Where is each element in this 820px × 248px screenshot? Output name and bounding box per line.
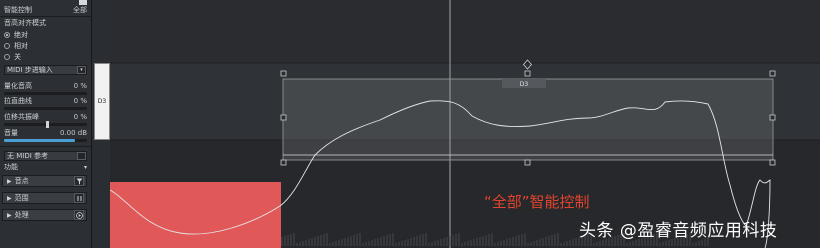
- section-range[interactable]: ▶ 范围: [2, 192, 87, 204]
- section-notes[interactable]: ▶ 音点: [2, 175, 87, 187]
- pitch-note-block[interactable]: [110, 182, 281, 248]
- chevron-down-icon[interactable]: ▾: [84, 164, 87, 171]
- shift-formant-label: 位移共振峰: [4, 113, 39, 121]
- midi-step-input-row[interactable]: MIDI 步进输入 ▾: [4, 65, 87, 75]
- volume-value[interactable]: 0.00 dB: [60, 129, 87, 137]
- quantize-pitch-value[interactable]: 0 %: [74, 82, 87, 90]
- lane-band: [110, 0, 820, 63]
- bars-icon[interactable]: [74, 193, 84, 203]
- handle-top-right[interactable]: [769, 70, 776, 77]
- handle-top-center[interactable]: [524, 70, 531, 77]
- mode-label: 关: [14, 53, 21, 61]
- expand-triangle-icon: ▶: [7, 194, 12, 202]
- annotation-text: “全部”智能控制: [484, 193, 590, 211]
- expand-triangle-icon: ▶: [7, 177, 12, 185]
- mode-radio-absolute[interactable]: 绝对: [4, 30, 87, 40]
- section-label: 处理: [14, 211, 29, 219]
- function-row[interactable]: 功能 ▾: [4, 162, 87, 172]
- piano-key-d3[interactable]: D3: [94, 63, 110, 140]
- quantize-pitch-slider[interactable]: [4, 92, 87, 95]
- volume-label: 音量: [4, 129, 18, 137]
- handle-top-left[interactable]: [280, 70, 287, 77]
- midi-reference-row[interactable]: 无 MIDI 参考: [4, 151, 87, 161]
- mode-radio-off[interactable]: 关: [4, 52, 87, 62]
- volume-row[interactable]: 音量 0.00 dB: [4, 128, 87, 138]
- quantize-pitch-row[interactable]: 量化音高 0 %: [4, 81, 87, 91]
- midi-step-input-label: MIDI 步进输入: [7, 66, 53, 74]
- pitch-editor-canvas[interactable]: D3: [110, 0, 820, 248]
- mode-label: 绝对: [14, 31, 28, 39]
- handle-bottom-center[interactable]: [524, 159, 531, 166]
- straighten-curve-value[interactable]: 0 %: [74, 97, 87, 105]
- radio-button-icon[interactable]: [4, 32, 10, 38]
- funnel-icon[interactable]: [74, 176, 84, 186]
- straighten-curve-label: 拉直曲线: [4, 97, 32, 105]
- smart-control-label: 智能控制: [4, 6, 32, 14]
- volume-slider[interactable]: [4, 139, 87, 142]
- radio-button-icon[interactable]: [4, 43, 10, 49]
- smart-control-dropdown[interactable]: 全部: [73, 5, 87, 15]
- function-label: 功能: [4, 163, 18, 171]
- quantize-pitch-label: 量化音高: [4, 82, 32, 90]
- expand-triangle-icon: ▶: [7, 211, 12, 219]
- segment-label: D3: [520, 81, 529, 88]
- smart-control-row[interactable]: 智能控制 全部: [4, 5, 87, 15]
- section-label: 范围: [14, 194, 29, 202]
- handle-bottom-left[interactable]: [280, 159, 287, 166]
- mode-radio-relative[interactable]: 相对: [4, 41, 87, 51]
- pitch-align-mode-label: 音高对齐模式: [4, 19, 46, 27]
- handle-mid-right[interactable]: [769, 114, 776, 121]
- straighten-curve-row[interactable]: 拉直曲线 0 %: [4, 96, 87, 106]
- section-label: 音点: [14, 177, 29, 185]
- dropdown-icon[interactable]: [77, 152, 86, 160]
- divider: [0, 16, 91, 17]
- divider: [0, 146, 91, 147]
- slider-knob[interactable]: [45, 121, 49, 128]
- volume-slider-fill: [4, 139, 75, 142]
- pitch-editor[interactable]: D3 “全部”智能控制 头条 @盈睿音频应用科技: [110, 0, 820, 248]
- shift-formant-value[interactable]: 0 %: [74, 113, 87, 121]
- note-segment[interactable]: [282, 78, 774, 161]
- radio-button-icon[interactable]: [4, 54, 10, 60]
- watermark: 头条 @盈睿音频应用科技: [579, 221, 778, 241]
- section-process[interactable]: ▶ 处理: [2, 209, 87, 221]
- play-icon[interactable]: [74, 210, 84, 220]
- mode-label: 相对: [14, 42, 28, 50]
- piano-key-label: D3: [97, 98, 107, 105]
- handle-mid-left[interactable]: [280, 114, 287, 121]
- inspector-panel: 智能控制 全部 音高对齐模式 绝对 相对 关 MIDI 步进输入 ▾ 量化音高 …: [0, 0, 92, 248]
- no-midi-reference-label: 无 MIDI 参考: [7, 152, 49, 160]
- straighten-curve-slider[interactable]: [4, 107, 87, 110]
- pitch-align-mode-header: 音高对齐模式: [4, 18, 87, 28]
- dropdown-icon[interactable]: ▾: [77, 66, 86, 74]
- shift-formant-slider[interactable]: [4, 121, 87, 128]
- handle-bottom-right[interactable]: [769, 159, 776, 166]
